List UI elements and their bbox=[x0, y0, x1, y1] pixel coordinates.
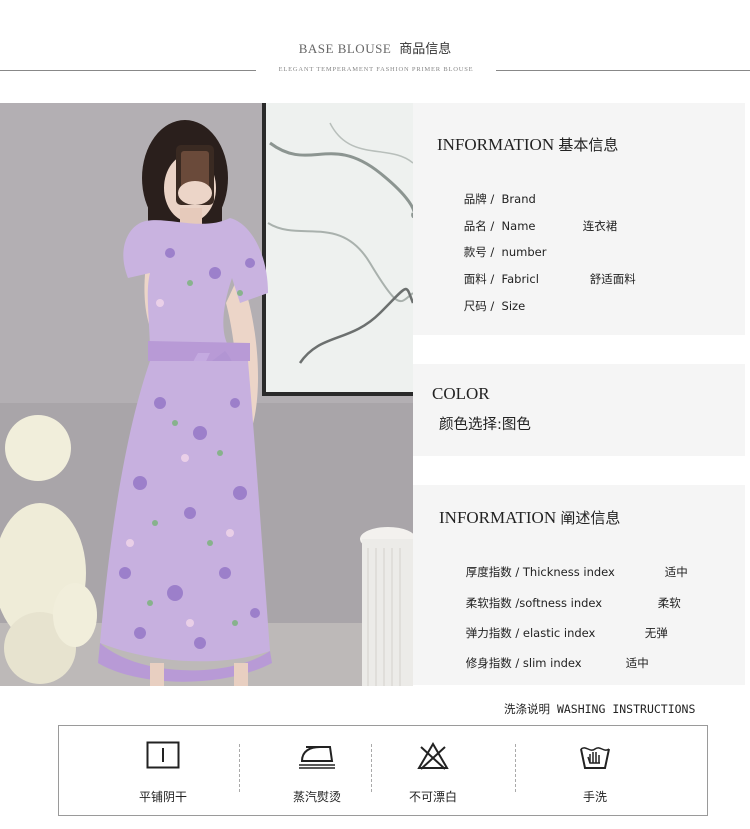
wash-item-hand-wash: 手洗 bbox=[525, 726, 665, 817]
header-title-en: BASE BLOUSE bbox=[298, 41, 392, 56]
product-model-photo bbox=[0, 103, 413, 686]
washing-title: 洗涤说明 WASHING INSTRUCTIONS bbox=[504, 701, 695, 717]
detail-row-label: 柔软指数 /softness index bbox=[465, 596, 603, 610]
detail-row-slim: 修身指数 / slim index bbox=[438, 641, 582, 685]
detail-row-elastic-value: 无弹 bbox=[644, 626, 668, 640]
info-row-value: 连衣裙 bbox=[555, 204, 618, 248]
header-divider-right bbox=[496, 70, 750, 71]
wash-item-label: 平铺阴干 bbox=[138, 790, 187, 804]
detail-row-softness-value: 柔软 bbox=[657, 596, 681, 610]
wash-item-label: 不可漂白 bbox=[408, 790, 457, 804]
header-divider-left bbox=[0, 70, 256, 71]
detail-info-heading-en: INFORMATION bbox=[439, 508, 557, 527]
basic-info-heading: INFORMATION 基本信息 bbox=[437, 134, 618, 155]
steam-iron-icon bbox=[296, 741, 338, 773]
product-photo bbox=[0, 103, 413, 686]
detail-row-value: 适中 bbox=[598, 641, 649, 685]
detail-row-slim-value: 适中 bbox=[625, 656, 649, 670]
wash-item-no-bleach: 不可漂白 bbox=[363, 726, 503, 817]
wash-item-flat-dry: 平铺阴干 bbox=[93, 726, 233, 817]
washing-title-cn: 洗涤说明 bbox=[504, 702, 550, 716]
wash-item-label: 手洗 bbox=[582, 790, 607, 804]
detail-row-thickness-value: 适中 bbox=[664, 565, 688, 579]
detail-info-heading: INFORMATION 阐述信息 bbox=[439, 507, 620, 528]
info-row-label: 尺码 / Size bbox=[463, 299, 526, 313]
detail-info-heading-cn: 阐述信息 bbox=[560, 509, 621, 527]
hand-wash-icon bbox=[578, 741, 612, 775]
info-row-size: 尺码 / Size bbox=[436, 284, 525, 328]
detail-row-label: 修身指数 / slim index bbox=[465, 656, 582, 670]
info-row-fabric-value: 舒适面料 bbox=[589, 272, 636, 286]
detail-row-label: 弹力指数 / elastic index bbox=[465, 626, 596, 640]
info-row-name-value: 连衣裙 bbox=[582, 219, 618, 233]
info-row-value: 舒适面料 bbox=[562, 257, 636, 301]
wash-divider bbox=[239, 744, 240, 792]
washing-title-en: WASHING INSTRUCTIONS bbox=[556, 702, 696, 716]
detail-info-panel: INFORMATION 阐述信息 厚度指数 / Thickness index … bbox=[413, 485, 745, 685]
basic-info-heading-en: INFORMATION bbox=[437, 135, 555, 154]
page-header: BASE BLOUSE 商品信息 bbox=[0, 38, 750, 57]
color-panel: COLOR 颜色选择:图色 bbox=[413, 364, 745, 456]
header-subtitle: ELEGANT TEMPERAMENT FASHION PRIMER BLOUS… bbox=[278, 66, 474, 73]
color-heading: COLOR bbox=[432, 384, 490, 403]
no-bleach-icon bbox=[417, 741, 449, 775]
header-title-cn: 商品信息 bbox=[399, 42, 452, 57]
wash-divider bbox=[515, 744, 516, 792]
washing-instructions-box: 平铺阴干 蒸汽熨烫 不可漂白 手洗 bbox=[58, 725, 708, 816]
basic-info-heading-cn: 基本信息 bbox=[558, 136, 619, 154]
color-value: 颜色选择:图色 bbox=[439, 417, 531, 433]
detail-row-label: 厚度指数 / Thickness index bbox=[465, 565, 615, 579]
flat-dry-shade-icon bbox=[146, 741, 180, 773]
basic-info-panel: INFORMATION 基本信息 品牌 / Brand 品名 / Name 连衣… bbox=[413, 103, 745, 335]
